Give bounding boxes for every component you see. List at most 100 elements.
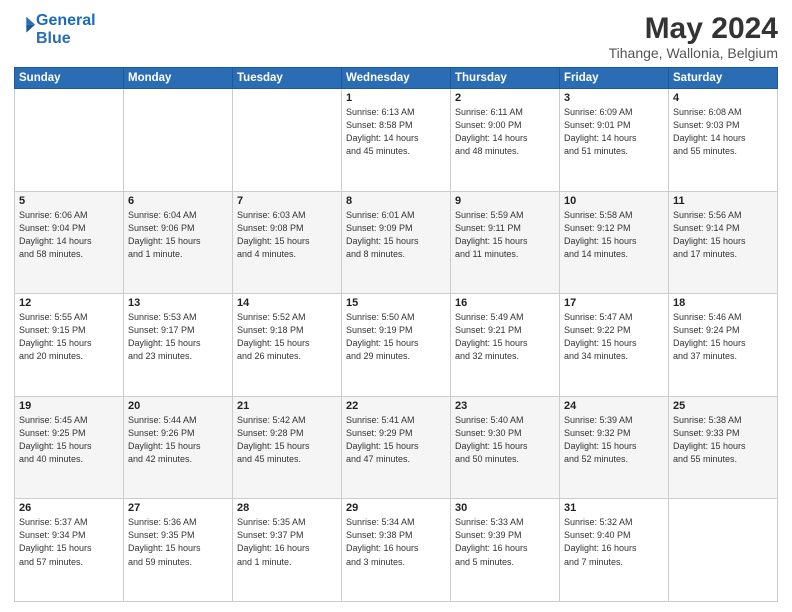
calendar-dow-monday: Monday — [124, 68, 233, 89]
day-info: Sunrise: 5:50 AM Sunset: 9:19 PM Dayligh… — [346, 311, 446, 363]
day-number: 1 — [346, 92, 446, 104]
day-number: 4 — [673, 92, 773, 104]
calendar-dow-thursday: Thursday — [451, 68, 560, 89]
calendar-empty — [669, 499, 778, 602]
calendar-dow-sunday: Sunday — [15, 68, 124, 89]
calendar-day-7: 7 Sunrise: 6:03 AM Sunset: 9:08 PM Daylig… — [233, 191, 342, 294]
calendar-day-8: 8 Sunrise: 6:01 AM Sunset: 9:09 PM Daylig… — [342, 191, 451, 294]
calendar-day-31: 31Sunrise: 5:32 AM Sunset: 9:40 PM Dayli… — [560, 499, 669, 602]
day-number: 20 — [128, 400, 228, 412]
calendar-day-25: 25Sunrise: 5:38 AM Sunset: 9:33 PM Dayli… — [669, 396, 778, 499]
day-info: Sunrise: 6:03 AM Sunset: 9:08 PM Dayligh… — [237, 209, 337, 261]
header: General Blue May 2024 Tihange, Wallonia,… — [14, 12, 778, 61]
day-number: 30 — [455, 502, 555, 514]
day-info: Sunrise: 5:32 AM Sunset: 9:40 PM Dayligh… — [564, 516, 664, 568]
day-info: Sunrise: 5:39 AM Sunset: 9:32 PM Dayligh… — [564, 414, 664, 466]
calendar-week-4: 19 Sunrise: 5:45 AM Sunset: 9:25 PM Dayli… — [15, 396, 778, 499]
day-number: 21 — [237, 400, 337, 412]
day-info: Sunrise: 5:42 AM Sunset: 9:28 PM Dayligh… — [237, 414, 337, 466]
calendar-day-14: 14 Sunrise: 5:52 AM Sunset: 9:18 PM Dayli… — [233, 294, 342, 397]
calendar-day-18: 18 Sunrise: 5:46 AM Sunset: 9:24 PM Dayli… — [669, 294, 778, 397]
day-info: Sunrise: 5:59 AM Sunset: 9:11 PM Dayligh… — [455, 209, 555, 261]
day-number: 2 — [455, 92, 555, 104]
day-number: 24 — [564, 400, 664, 412]
day-number: 7 — [237, 195, 337, 207]
day-info: Sunrise: 5:45 AM Sunset: 9:25 PM Dayligh… — [19, 414, 119, 466]
day-number: 8 — [346, 195, 446, 207]
title-block: May 2024 Tihange, Wallonia, Belgium — [609, 12, 778, 61]
calendar-day-21: 21 Sunrise: 5:42 AM Sunset: 9:28 PM Dayli… — [233, 396, 342, 499]
day-number: 13 — [128, 297, 228, 309]
logo-general: General — [36, 12, 96, 29]
calendar-day-26: 26Sunrise: 5:37 AM Sunset: 9:34 PM Dayli… — [15, 499, 124, 602]
calendar-day-17: 17Sunrise: 5:47 AM Sunset: 9:22 PM Dayli… — [560, 294, 669, 397]
calendar-day-23: 23Sunrise: 5:40 AM Sunset: 9:30 PM Dayli… — [451, 396, 560, 499]
day-number: 19 — [19, 400, 119, 412]
logo-text: General Blue — [36, 12, 96, 47]
day-info: Sunrise: 5:52 AM Sunset: 9:18 PM Dayligh… — [237, 311, 337, 363]
day-info: Sunrise: 6:01 AM Sunset: 9:09 PM Dayligh… — [346, 209, 446, 261]
calendar-week-5: 26Sunrise: 5:37 AM Sunset: 9:34 PM Dayli… — [15, 499, 778, 602]
calendar-header-row: SundayMondayTuesdayWednesdayThursdayFrid… — [15, 68, 778, 89]
day-number: 12 — [19, 297, 119, 309]
calendar-day-5: 5Sunrise: 6:06 AM Sunset: 9:04 PM Daylig… — [15, 191, 124, 294]
day-info: Sunrise: 5:34 AM Sunset: 9:38 PM Dayligh… — [346, 516, 446, 568]
day-number: 9 — [455, 195, 555, 207]
day-number: 16 — [455, 297, 555, 309]
day-info: Sunrise: 5:44 AM Sunset: 9:26 PM Dayligh… — [128, 414, 228, 466]
day-number: 22 — [346, 400, 446, 412]
calendar-table: SundayMondayTuesdayWednesdayThursdayFrid… — [14, 67, 778, 602]
logo: General Blue — [14, 12, 96, 47]
calendar-day-10: 10Sunrise: 5:58 AM Sunset: 9:12 PM Dayli… — [560, 191, 669, 294]
subtitle: Tihange, Wallonia, Belgium — [609, 45, 778, 61]
calendar-week-1: 1 Sunrise: 6:13 AM Sunset: 8:58 PM Daylig… — [15, 89, 778, 192]
calendar-empty — [233, 89, 342, 192]
calendar-week-2: 5Sunrise: 6:06 AM Sunset: 9:04 PM Daylig… — [15, 191, 778, 294]
day-number: 10 — [564, 195, 664, 207]
day-info: Sunrise: 5:40 AM Sunset: 9:30 PM Dayligh… — [455, 414, 555, 466]
calendar-dow-saturday: Saturday — [669, 68, 778, 89]
calendar-dow-wednesday: Wednesday — [342, 68, 451, 89]
calendar-day-4: 4 Sunrise: 6:08 AM Sunset: 9:03 PM Daylig… — [669, 89, 778, 192]
calendar-day-13: 13 Sunrise: 5:53 AM Sunset: 9:17 PM Dayli… — [124, 294, 233, 397]
day-info: Sunrise: 5:55 AM Sunset: 9:15 PM Dayligh… — [19, 311, 119, 363]
day-number: 28 — [237, 502, 337, 514]
calendar-day-29: 29 Sunrise: 5:34 AM Sunset: 9:38 PM Dayli… — [342, 499, 451, 602]
day-number: 29 — [346, 502, 446, 514]
day-number: 18 — [673, 297, 773, 309]
day-info: Sunrise: 5:53 AM Sunset: 9:17 PM Dayligh… — [128, 311, 228, 363]
calendar-day-15: 15 Sunrise: 5:50 AM Sunset: 9:19 PM Dayli… — [342, 294, 451, 397]
calendar-day-28: 28 Sunrise: 5:35 AM Sunset: 9:37 PM Dayli… — [233, 499, 342, 602]
calendar-day-9: 9 Sunrise: 5:59 AM Sunset: 9:11 PM Daylig… — [451, 191, 560, 294]
calendar-day-30: 30 Sunrise: 5:33 AM Sunset: 9:39 PM Dayli… — [451, 499, 560, 602]
day-number: 3 — [564, 92, 664, 104]
day-number: 27 — [128, 502, 228, 514]
calendar-dow-friday: Friday — [560, 68, 669, 89]
day-info: Sunrise: 5:33 AM Sunset: 9:39 PM Dayligh… — [455, 516, 555, 568]
day-number: 14 — [237, 297, 337, 309]
day-info: Sunrise: 5:49 AM Sunset: 9:21 PM Dayligh… — [455, 311, 555, 363]
day-info: Sunrise: 6:06 AM Sunset: 9:04 PM Dayligh… — [19, 209, 119, 261]
logo-icon — [14, 15, 36, 37]
day-info: Sunrise: 6:13 AM Sunset: 8:58 PM Dayligh… — [346, 106, 446, 158]
calendar-empty — [124, 89, 233, 192]
calendar-day-27: 27Sunrise: 5:36 AM Sunset: 9:35 PM Dayli… — [124, 499, 233, 602]
day-info: Sunrise: 6:11 AM Sunset: 9:00 PM Dayligh… — [455, 106, 555, 158]
calendar-day-19: 19 Sunrise: 5:45 AM Sunset: 9:25 PM Dayli… — [15, 396, 124, 499]
calendar-day-24: 24 Sunrise: 5:39 AM Sunset: 9:32 PM Dayli… — [560, 396, 669, 499]
calendar-empty — [15, 89, 124, 192]
day-info: Sunrise: 5:38 AM Sunset: 9:33 PM Dayligh… — [673, 414, 773, 466]
calendar-day-3: 3 Sunrise: 6:09 AM Sunset: 9:01 PM Daylig… — [560, 89, 669, 192]
day-number: 15 — [346, 297, 446, 309]
day-number: 6 — [128, 195, 228, 207]
calendar-day-16: 16 Sunrise: 5:49 AM Sunset: 9:21 PM Dayli… — [451, 294, 560, 397]
calendar-day-1: 1 Sunrise: 6:13 AM Sunset: 8:58 PM Daylig… — [342, 89, 451, 192]
day-info: Sunrise: 6:09 AM Sunset: 9:01 PM Dayligh… — [564, 106, 664, 158]
day-number: 26 — [19, 502, 119, 514]
day-info: Sunrise: 5:35 AM Sunset: 9:37 PM Dayligh… — [237, 516, 337, 568]
day-info: Sunrise: 5:46 AM Sunset: 9:24 PM Dayligh… — [673, 311, 773, 363]
day-info: Sunrise: 5:41 AM Sunset: 9:29 PM Dayligh… — [346, 414, 446, 466]
day-info: Sunrise: 6:08 AM Sunset: 9:03 PM Dayligh… — [673, 106, 773, 158]
calendar-week-3: 12 Sunrise: 5:55 AM Sunset: 9:15 PM Dayli… — [15, 294, 778, 397]
calendar-dow-tuesday: Tuesday — [233, 68, 342, 89]
